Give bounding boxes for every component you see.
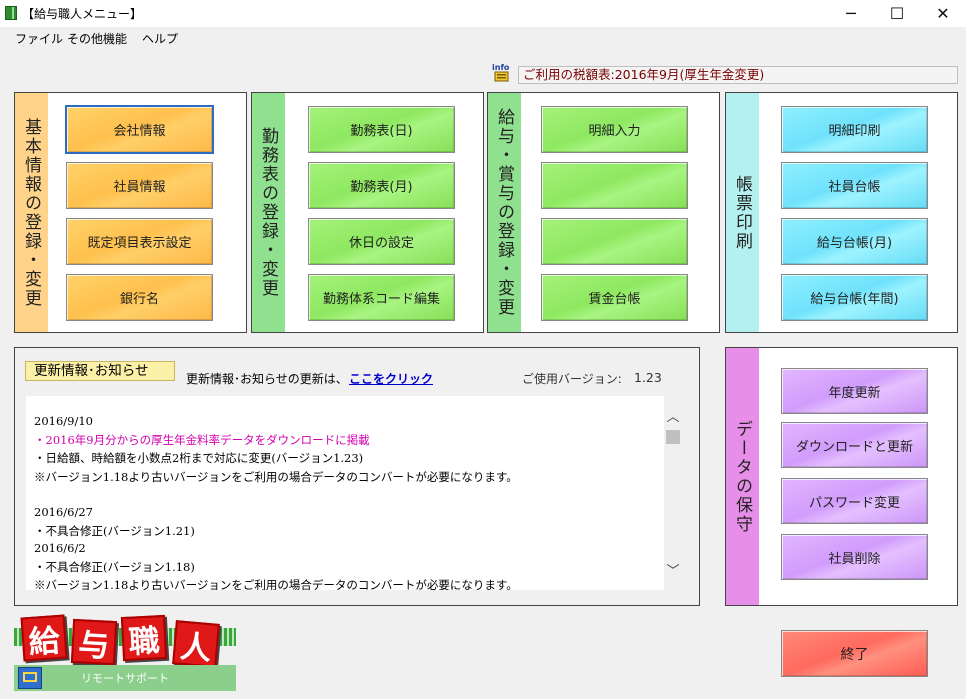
- annual-payroll-ledger-button[interactable]: 給与台帳(年間): [781, 274, 928, 321]
- title-bar: [0, 0, 966, 27]
- logo-char: 与: [70, 618, 118, 666]
- window-title: 【給与職人メニュー】: [22, 7, 143, 21]
- news-line: ・日給額、時給額を小数点2桁まで対応に変更(バージョン1.23): [34, 451, 364, 465]
- bank-name-button[interactable]: 銀行名: [66, 274, 213, 321]
- payroll-tab: 給与・賞与の登録・変更: [488, 93, 521, 332]
- blank-payroll-button-1[interactable]: [541, 162, 688, 209]
- version-label: ご使用バージョン:: [522, 372, 622, 386]
- default-item-display-button[interactable]: 既定項目表示設定: [66, 218, 213, 265]
- scroll-up-icon[interactable]: ︿: [664, 406, 682, 425]
- basic-info-tab: 基本情報の登録・変更: [15, 93, 48, 332]
- version-value: 1.23: [634, 370, 662, 385]
- close-button[interactable]: ✕: [920, 0, 966, 27]
- work-code-edit-button[interactable]: 勤務体系コード編集: [308, 274, 455, 321]
- news-line: ・不具合修正(バージョン1.21): [34, 524, 195, 538]
- news-update-text: 更新情報･お知らせの更新は、: [186, 372, 348, 386]
- svg-text:info: info: [492, 63, 510, 72]
- remote-support-button[interactable]: リモートサポート: [14, 665, 236, 691]
- info-icon[interactable]: info: [491, 62, 512, 82]
- logo-char: 人: [172, 620, 220, 668]
- menu-file[interactable]: ファイル: [15, 30, 63, 47]
- menu-other-functions[interactable]: その他機能: [67, 30, 127, 47]
- news-line: 2016/9/10: [34, 414, 93, 428]
- monthly-payroll-ledger-button[interactable]: 給与台帳(月): [781, 218, 928, 265]
- news-line: ・不具合修正(バージョン1.18): [34, 560, 195, 574]
- news-header: 更新情報･お知らせ: [25, 361, 175, 381]
- print-tab: 帳票印刷: [726, 93, 759, 332]
- news-line: ※バージョン1.18より古いバージョンをご利用の場合データのコンバートが必要にな…: [34, 578, 518, 590]
- daily-attendance-button[interactable]: 勤務表(日): [308, 106, 455, 153]
- holiday-settings-button[interactable]: 休日の設定: [308, 218, 455, 265]
- statement-entry-button[interactable]: 明細入力: [541, 106, 688, 153]
- attendance-tab: 勤務表の登録・変更: [252, 93, 285, 332]
- scroll-thumb[interactable]: [666, 430, 680, 444]
- news-line-highlight: ・2016年9月分からの厚生年金料率データをダウンロードに掲載: [34, 433, 370, 447]
- news-body[interactable]: 2016/9/10 ・2016年9月分からの厚生年金料率データをダウンロードに掲…: [26, 396, 664, 590]
- exit-button[interactable]: 終了: [781, 630, 928, 677]
- tax-table-label: ご利用の税額表:2016年9月(厚生年金変更): [518, 66, 958, 84]
- scroll-down-icon[interactable]: ﹀: [664, 560, 682, 579]
- news-click-here-link[interactable]: ここをクリック: [349, 370, 433, 387]
- year-update-button[interactable]: 年度更新: [781, 368, 928, 414]
- delete-employee-button[interactable]: 社員削除: [781, 534, 928, 580]
- blank-payroll-button-2[interactable]: [541, 218, 688, 265]
- menu-help[interactable]: ヘルプ: [142, 30, 178, 47]
- monthly-attendance-button[interactable]: 勤務表(月): [308, 162, 455, 209]
- news-line: 2016/6/2: [34, 541, 86, 555]
- logo-char: 給: [20, 614, 68, 662]
- employee-info-button[interactable]: 社員情報: [66, 162, 213, 209]
- statement-print-button[interactable]: 明細印刷: [781, 106, 928, 153]
- news-line: ※バージョン1.18より古いバージョンをご利用の場合データのコンバートが必要にな…: [34, 470, 518, 484]
- employee-ledger-button[interactable]: 社員台帳: [781, 162, 928, 209]
- maintenance-tab: データの保守: [726, 348, 759, 605]
- password-change-button[interactable]: パスワード変更: [781, 478, 928, 524]
- minimize-button[interactable]: ─: [828, 0, 874, 27]
- remote-support-icon: [18, 667, 42, 689]
- logo-char: 職: [120, 614, 168, 662]
- wage-ledger-button[interactable]: 賃金台帳: [541, 274, 688, 321]
- app-icon: [5, 6, 17, 20]
- company-info-button[interactable]: 会社情報: [65, 105, 214, 154]
- download-update-button[interactable]: ダウンロードと更新: [781, 422, 928, 468]
- maximize-button[interactable]: ☐: [874, 0, 920, 27]
- news-line: 2016/6/27: [34, 505, 93, 519]
